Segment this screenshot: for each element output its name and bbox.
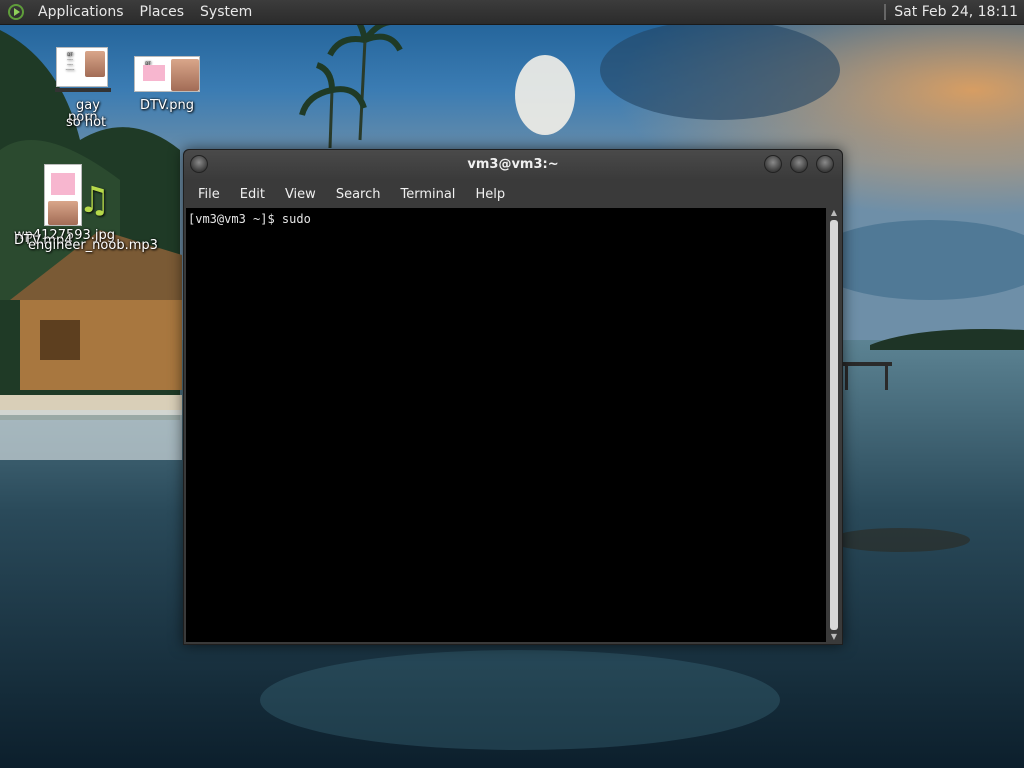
music-note-icon: ♫ [78, 180, 111, 221]
icon-label-line-3: so hot [66, 115, 107, 130]
terminal-prompt-line: [vm3@vm3 ~]$ sudo [188, 212, 311, 226]
scrollbar-thumb[interactable] [830, 220, 838, 630]
panel-menu-system[interactable]: System [192, 4, 260, 20]
window-menu-button[interactable] [190, 155, 208, 173]
panel-separator [884, 4, 887, 20]
terminal-window: vm3@vm3:~ File Edit View Search Terminal… [183, 149, 843, 645]
minimize-button[interactable] [764, 155, 782, 173]
image-thumbnail-icon [44, 164, 82, 226]
scroll-up-icon[interactable]: ▲ [829, 208, 839, 218]
terminal-menubar: File Edit View Search Terminal Help [184, 180, 842, 208]
desktop-icon-dtv-png[interactable]: DT---- DTV.png [132, 56, 204, 116]
window-title: vm3@vm3:~ [467, 157, 559, 172]
image-thumbnail-icon: DT---- [134, 56, 200, 92]
menu-help[interactable]: Help [465, 187, 515, 202]
document-thumbnail-icon: DT ---- ---- ------ [55, 47, 111, 92]
menu-view[interactable]: View [275, 187, 326, 202]
menu-search[interactable]: Search [326, 187, 391, 202]
terminal-text-area[interactable]: [vm3@vm3 ~]$ sudo [186, 208, 826, 642]
maximize-button[interactable] [790, 155, 808, 173]
terminal-scrollbar[interactable]: ▲ ▼ [828, 208, 840, 642]
distro-logo-icon[interactable] [8, 4, 24, 20]
menu-terminal[interactable]: Terminal [390, 187, 465, 202]
panel-menu-places[interactable]: Places [132, 4, 193, 20]
desktop-icon-document[interactable]: DT ---- ---- ------ gay porn so hot [48, 44, 130, 134]
menu-file[interactable]: File [188, 187, 230, 202]
scroll-down-icon[interactable]: ▼ [829, 632, 839, 642]
top-panel: Applications Places System Sat Feb 24, 1… [0, 0, 1024, 25]
icon-label-dtv-png: DTV.png [140, 98, 195, 113]
close-button[interactable] [816, 155, 834, 173]
icon-label-mp3: engineer_noob.mp3 [28, 238, 158, 253]
panel-menu-applications[interactable]: Applications [30, 4, 132, 20]
menu-edit[interactable]: Edit [230, 187, 275, 202]
window-titlebar[interactable]: vm3@vm3:~ [184, 150, 842, 180]
clock[interactable]: Sat Feb 24, 18:11 [894, 4, 1024, 20]
desktop-icon-stack[interactable]: ♫ wp4127593.jpg DTV.mp4 engineer_noob.mp… [12, 162, 162, 254]
